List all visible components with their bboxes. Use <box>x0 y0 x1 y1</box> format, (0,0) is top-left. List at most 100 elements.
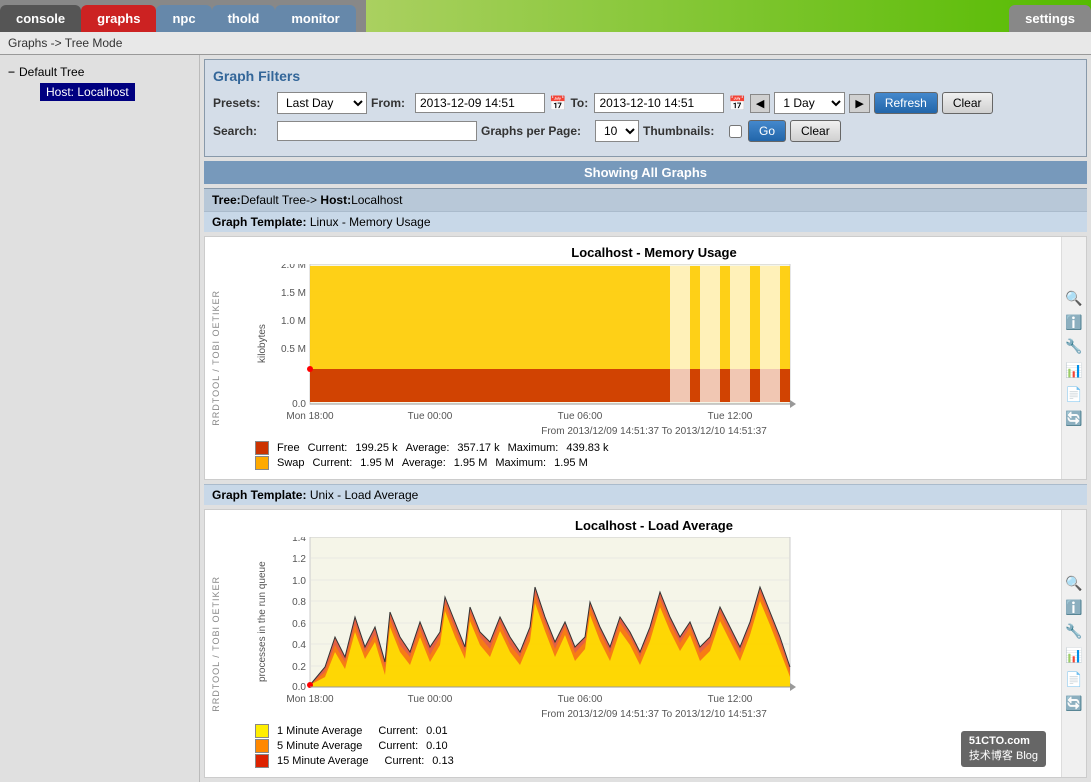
to-input[interactable] <box>594 93 724 113</box>
svg-text:1.0 M: 1.0 M <box>281 316 306 327</box>
tab-monitor[interactable]: monitor <box>275 5 355 32</box>
legend-15min-current-label: Current: <box>385 755 425 767</box>
to-calendar-icon[interactable]: 📅 <box>728 95 745 112</box>
tab-graphs[interactable]: graphs <box>81 5 156 32</box>
legend-swap-current-label: Current: <box>313 457 353 469</box>
legend-5min-name: 5 Minute Average <box>277 740 362 752</box>
memory-chart-svg: 2.0 M 1.5 M 1.0 M 0.5 M 0.0 Mon 18:00 Tu… <box>270 264 800 424</box>
host-name: Localhost <box>351 193 402 207</box>
presets-select[interactable]: Last Day Last Week Last Month <box>277 92 367 114</box>
load-refresh-icon[interactable]: 🔄 <box>1064 694 1084 714</box>
svg-text:1.0: 1.0 <box>292 576 306 587</box>
to-label: To: <box>570 96 590 110</box>
legend-1min-current-label: Current: <box>378 725 418 737</box>
svg-text:Mon 18:00: Mon 18:00 <box>286 411 334 422</box>
timespan-select[interactable]: 1 Day 1 Week <box>774 92 845 114</box>
load-graph-title: Localhost - Load Average <box>255 518 1053 533</box>
load-y-axis-label: processes in the run queue <box>255 537 270 707</box>
legend-15min-name: 15 Minute Average <box>277 755 369 767</box>
load-page-icon[interactable]: 📄 <box>1064 670 1084 690</box>
tab-npc[interactable]: npc <box>156 5 211 32</box>
svg-text:1.2: 1.2 <box>292 554 306 565</box>
svg-text:Tue 00:00: Tue 00:00 <box>408 411 453 422</box>
memory-y-axis-label: kilobytes <box>255 264 270 424</box>
load-from-to: From 2013/12/09 14:51:37 To 2013/12/10 1… <box>255 709 1053 720</box>
refresh-button[interactable]: Refresh <box>874 92 938 114</box>
sidebar: − Default Tree Host: Localhost <box>0 55 200 782</box>
memory-legend: Free Current: 199.25 k Average: 357.17 k… <box>255 441 1053 470</box>
load-chart-icon[interactable]: 📊 <box>1064 646 1084 666</box>
search-input[interactable] <box>277 121 477 141</box>
tab-settings[interactable]: settings <box>1009 5 1091 32</box>
watermark: 51CTO.com 技术博客 Blog <box>961 731 1046 767</box>
memory-graph-container: RRDTOOL / TOBI OETIKER Localhost - Memor… <box>204 236 1087 480</box>
load-legend: 1 Minute Average Current: 0.01 5 Minute … <box>255 724 1053 768</box>
gt1-label-text: Graph Template: <box>212 215 306 229</box>
clear-button[interactable]: Clear <box>942 92 993 114</box>
from-input[interactable] <box>415 93 545 113</box>
memory-chart-icon[interactable]: 📊 <box>1064 360 1084 380</box>
svg-text:Tue 00:00: Tue 00:00 <box>408 694 453 705</box>
load-graph-icons: 🔍 ℹ️ 🔧 📊 📄 🔄 <box>1061 510 1086 777</box>
gt2-label-name: Unix - Load Average <box>310 488 419 502</box>
sidebar-host-label[interactable]: Host: Localhost <box>40 83 135 101</box>
memory-zoom-in-icon[interactable]: 🔍 <box>1064 288 1084 308</box>
svg-text:Tue 12:00: Tue 12:00 <box>708 411 753 422</box>
legend-15min-color <box>255 754 269 768</box>
svg-text:0.8: 0.8 <box>292 597 306 608</box>
collapse-icon: − <box>8 65 15 79</box>
legend-swap-max: 1.95 M <box>554 457 588 469</box>
legend-15min-current: 0.13 <box>432 755 453 767</box>
memory-graph-icons: 🔍 ℹ️ 🔧 📊 📄 🔄 <box>1061 237 1086 479</box>
legend-free-avg: 357.17 k <box>457 442 499 454</box>
load-zoom-in-icon[interactable]: 🔍 <box>1064 574 1084 594</box>
load-wrench-icon[interactable]: 🔧 <box>1064 622 1084 642</box>
load-graph-container: RRDTOOL / TOBI OETIKER Localhost - Load … <box>204 509 1087 778</box>
thumbnails-label: Thumbnails: <box>643 124 723 138</box>
watermark-label: 技术博客 Blog <box>969 747 1038 763</box>
memory-refresh-icon[interactable]: 🔄 <box>1064 408 1084 428</box>
legend-row-swap: Swap Current: 1.95 M Average: 1.95 M Max… <box>255 456 1053 470</box>
tab-console[interactable]: console <box>0 5 81 32</box>
svg-text:0.4: 0.4 <box>292 640 306 651</box>
prev-arrow-btn[interactable]: ◀ <box>750 94 770 113</box>
svg-text:Tue 06:00: Tue 06:00 <box>558 694 603 705</box>
thumbnails-checkbox[interactable] <box>729 125 742 138</box>
legend-1min-color <box>255 724 269 738</box>
svg-text:Tue 06:00: Tue 06:00 <box>558 411 603 422</box>
next-arrow-btn[interactable]: ▶ <box>849 94 869 113</box>
svg-text:Tue 12:00: Tue 12:00 <box>708 694 753 705</box>
memory-graph-area: Localhost - Memory Usage kilobytes <box>247 237 1061 479</box>
sidebar-tree-label[interactable]: Default Tree <box>19 65 84 79</box>
legend-row-5min: 5 Minute Average Current: 0.10 <box>255 739 1053 753</box>
memory-info-icon[interactable]: ℹ️ <box>1064 312 1084 332</box>
legend-free-max: 439.83 k <box>566 442 608 454</box>
svg-text:0.2: 0.2 <box>292 662 306 673</box>
svg-text:0.0: 0.0 <box>292 399 306 410</box>
watermark-site: 51CTO.com <box>969 735 1038 747</box>
legend-free-current-label: Current: <box>308 442 348 454</box>
svg-text:Mon 18:00: Mon 18:00 <box>286 694 334 705</box>
go-button[interactable]: Go <box>748 120 786 142</box>
svg-text:0.5 M: 0.5 M <box>281 344 306 355</box>
memory-page-icon[interactable]: 📄 <box>1064 384 1084 404</box>
legend-5min-current-label: Current: <box>378 740 418 752</box>
gt1-label-name: Linux - Memory Usage <box>310 215 431 229</box>
sidebar-tree-item[interactable]: − Default Tree <box>4 63 195 81</box>
legend-swap-avg-label: Average: <box>402 457 446 469</box>
legend-free-current: 199.25 k <box>355 442 397 454</box>
clear2-button[interactable]: Clear <box>790 120 841 142</box>
legend-swap-avg: 1.95 M <box>454 457 488 469</box>
load-info-icon[interactable]: ℹ️ <box>1064 598 1084 618</box>
memory-wrench-icon[interactable]: 🔧 <box>1064 336 1084 356</box>
svg-text:0.6: 0.6 <box>292 619 306 630</box>
svg-text:1.5 M: 1.5 M <box>281 288 306 299</box>
main-layout: − Default Tree Host: Localhost Graph Fil… <box>0 55 1091 782</box>
graph-template-2-header: Graph Template: Unix - Load Average <box>204 484 1087 505</box>
tree-name: Default Tree-> <box>241 193 317 207</box>
graph-filters-title: Graph Filters <box>213 68 1078 84</box>
from-calendar-icon[interactable]: 📅 <box>549 95 566 112</box>
legend-free-color <box>255 441 269 455</box>
tab-thold[interactable]: thold <box>212 5 276 32</box>
graphs-per-page-select[interactable]: 10 25 50 <box>595 120 639 142</box>
